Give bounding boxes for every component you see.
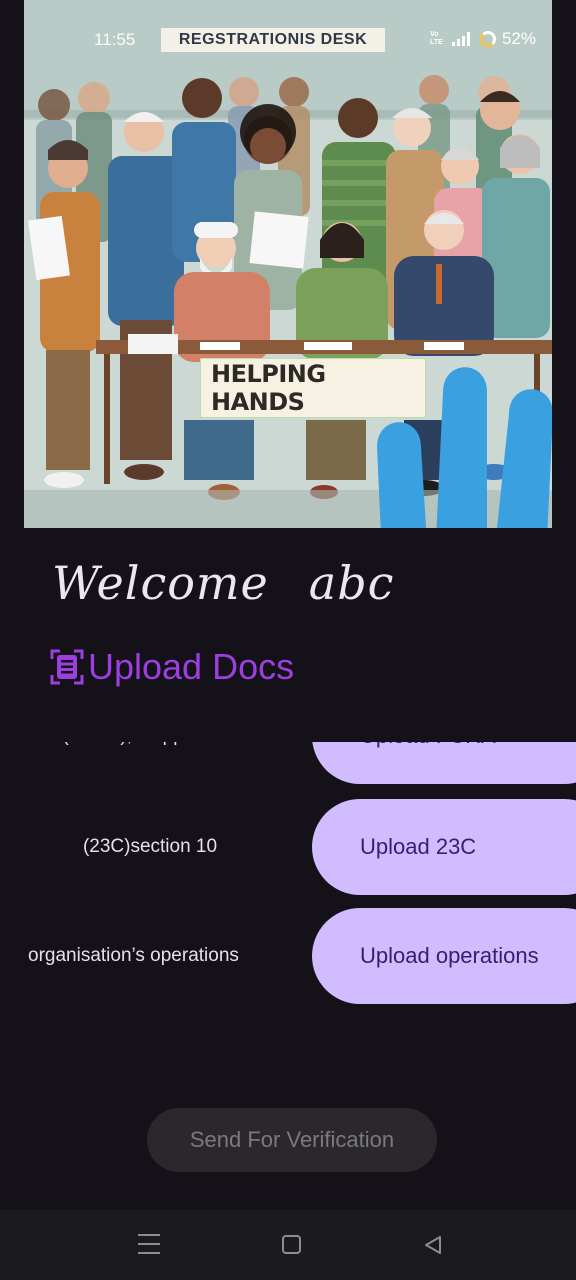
helping-hands-banner: HELPING HANDS — [200, 358, 552, 528]
document-label: organisation’s operations — [28, 945, 239, 966]
app-screen: REGSTRATIONIS DESK HELPING HANDS 11:55 V… — [0, 0, 576, 1280]
home-icon[interactable] — [282, 1235, 301, 1254]
status-bar: 11:55 Vo LTE 52% — [24, 0, 552, 78]
battery-icon — [479, 31, 496, 47]
list-item: (FCRA), if applicable Upload FCRA — [0, 742, 576, 784]
upload-docs-heading: Upload Docs — [50, 646, 294, 688]
volte-indicator: Vo LTE — [429, 31, 443, 46]
welcome-username: abc — [308, 556, 395, 610]
navigation-bar — [0, 1210, 576, 1280]
upload-operations-button[interactable]: Upload operations — [312, 908, 576, 1004]
back-icon[interactable] — [422, 1234, 444, 1256]
status-time: 11:55 — [94, 30, 136, 49]
status-indicators: Vo LTE 52% — [430, 29, 536, 49]
document-label: (23C)section 10 — [82, 836, 218, 857]
hand-icon — [377, 367, 552, 528]
upload-docs-title: Upload Docs — [88, 646, 295, 687]
menu-icon[interactable] — [138, 1234, 160, 1254]
document-scan-icon — [50, 649, 84, 685]
document-list[interactable]: (FCRA), if applicable Upload FCRA (23C)s… — [0, 742, 576, 1042]
list-item: (23C)section 10 Upload 23C — [0, 799, 576, 895]
send-for-verification-button[interactable]: Send For Verification — [147, 1108, 437, 1172]
signal-icon — [451, 32, 474, 46]
list-item: organisation’s operations Upload operati… — [0, 908, 576, 1004]
battery-level: 52% — [501, 29, 536, 48]
welcome-greeting: Welcome — [52, 556, 269, 610]
hero-illustration: REGSTRATIONIS DESK HELPING HANDS — [24, 0, 552, 528]
upload-23c-button[interactable]: Upload 23C — [312, 799, 576, 895]
document-label: (FCRA), if applicable — [0, 742, 300, 784]
upload-fcra-button[interactable]: Upload FCRA — [312, 742, 576, 784]
welcome-message: Welcome abc — [52, 556, 394, 610]
